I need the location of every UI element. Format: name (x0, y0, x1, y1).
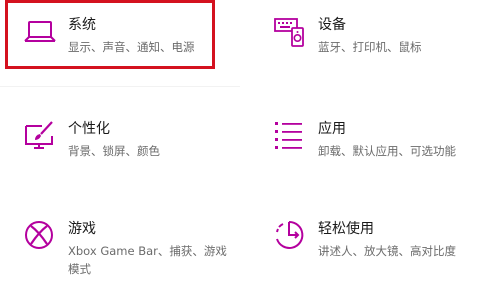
settings-tile-apps[interactable]: 应用 卸载、默认应用、可选功能 (272, 118, 472, 164)
ease-of-access-icon (272, 218, 308, 254)
tile-title: 系统 (68, 17, 96, 33)
tile-description: 背景、锁屏、颜色 (68, 144, 160, 158)
tile-title: 设备 (318, 17, 346, 33)
divider (0, 86, 240, 87)
tile-description: 显示、声音、通知、电源 (68, 40, 195, 54)
personalization-paint-icon (22, 118, 58, 154)
settings-tile-personalization[interactable]: 个性化 背景、锁屏、颜色 (22, 118, 212, 164)
tile-title: 应用 (318, 121, 346, 137)
settings-tile-system[interactable]: 系统 显示、声音、通知、电源 (22, 14, 212, 60)
settings-tile-ease-of-access[interactable]: 轻松使用 讲述人、放大镜、高对比度 (272, 218, 472, 264)
tile-description: Xbox Game Bar、捕获、游戏模式 (68, 244, 227, 276)
xbox-icon (22, 218, 58, 254)
settings-tile-gaming[interactable]: 游戏 Xbox Game Bar、捕获、游戏模式 (22, 218, 227, 278)
tile-description: 蓝牙、打印机、鼠标 (318, 40, 422, 54)
tile-description: 讲述人、放大镜、高对比度 (318, 244, 456, 258)
tile-title: 游戏 (68, 221, 96, 237)
apps-list-icon (272, 118, 308, 154)
tile-title: 轻松使用 (318, 221, 374, 237)
keyboard-device-icon (272, 14, 308, 50)
tile-title: 个性化 (68, 121, 110, 137)
tile-description: 卸载、默认应用、可选功能 (318, 144, 456, 158)
laptop-icon (22, 14, 58, 50)
settings-page: 系统 显示、声音、通知、电源 设备 蓝牙、打印机、鼠标 个性化 背景、锁屏、颜色… (0, 0, 480, 288)
settings-tile-devices[interactable]: 设备 蓝牙、打印机、鼠标 (272, 14, 462, 60)
